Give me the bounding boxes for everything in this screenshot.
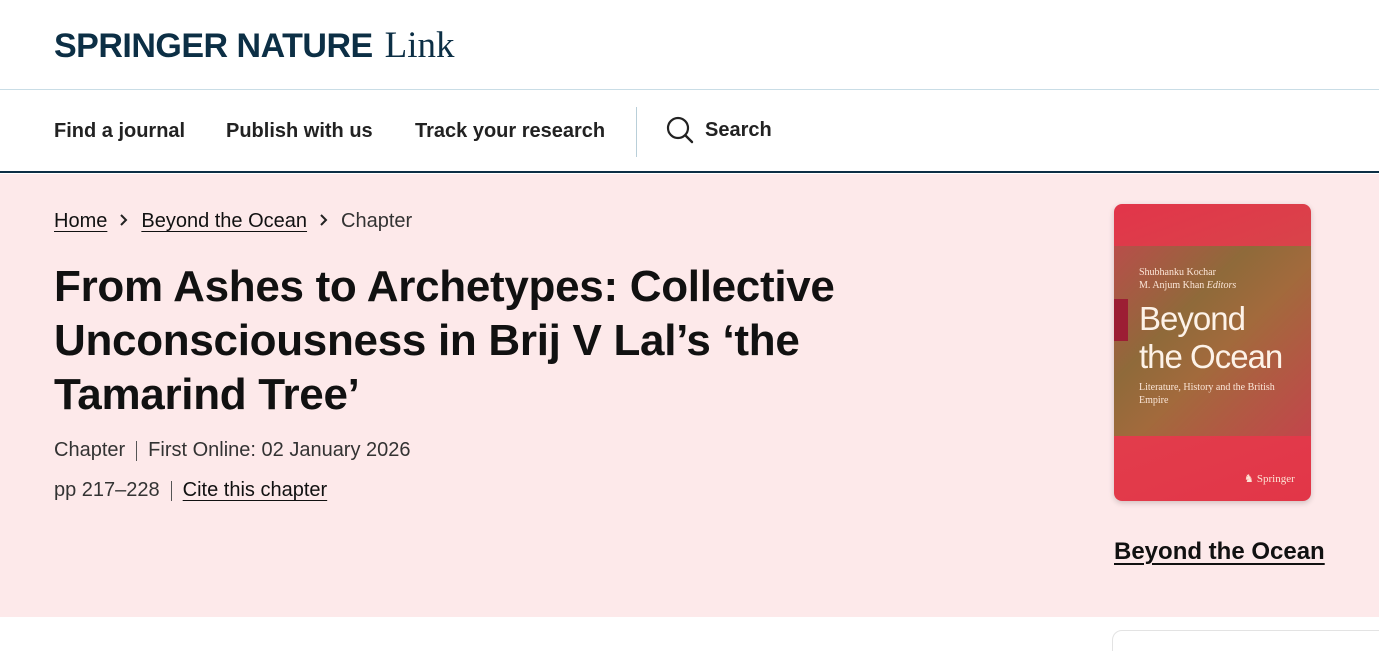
- first-online-date: First Online: 02 January 2026: [148, 439, 411, 461]
- nav-track-your-research[interactable]: Track your research: [415, 120, 605, 143]
- breadcrumb: Home Beyond the Ocean Chapter: [54, 210, 412, 233]
- chapter-hero: Home Beyond the Ocean Chapter From Ashes…: [0, 174, 1379, 617]
- page-range: pp 217–228: [54, 479, 160, 501]
- cover-editors: Shubhanku Kochar M. Anjum Khan Editors: [1139, 266, 1236, 292]
- cover-editor-2: M. Anjum Khan: [1139, 280, 1205, 291]
- cover-title-line-2: the Ocean: [1139, 338, 1283, 375]
- cite-this-chapter-link[interactable]: Cite this chapter: [183, 479, 328, 502]
- book-title-link[interactable]: Beyond the Ocean: [1114, 538, 1325, 566]
- cover-editor-1: Shubhanku Kochar: [1139, 267, 1216, 278]
- breadcrumb-home[interactable]: Home: [54, 210, 107, 233]
- site-header: SPRINGER NATURE Link: [0, 0, 1379, 90]
- nav-publish-with-us[interactable]: Publish with us: [226, 120, 373, 143]
- sidebar-card: [1112, 630, 1379, 651]
- search-button[interactable]: Search: [666, 116, 772, 144]
- content-type: Chapter: [54, 439, 126, 461]
- chevron-right-icon: [119, 211, 129, 232]
- cover-publisher-name: Springer: [1256, 472, 1295, 485]
- chapter-pages-meta: pp 217–228 Cite this chapter: [54, 479, 327, 502]
- chevron-right-icon: [319, 211, 329, 232]
- brand-name: SPRINGER NATURE: [54, 27, 373, 65]
- chapter-title: From Ashes to Archetypes: Collective Unc…: [54, 262, 835, 419]
- chapter-meta: Chapter First Online: 02 January 2026: [54, 439, 411, 462]
- search-icon: [666, 116, 694, 144]
- brand-product: Link: [384, 25, 455, 66]
- cover-title-line-1: Beyond: [1139, 300, 1246, 337]
- breadcrumb-book[interactable]: Beyond the Ocean: [141, 210, 307, 233]
- meta-divider: [136, 440, 138, 461]
- breadcrumb-current: Chapter: [341, 210, 413, 232]
- main-nav: Find a journal Publish with us Track you…: [0, 91, 1379, 173]
- cover-publisher: ♞ Springer: [1244, 472, 1295, 486]
- cover-editors-label: Editors: [1206, 280, 1237, 291]
- cover-accent-strip: [1114, 299, 1128, 341]
- meta-divider: [170, 480, 172, 501]
- nav-divider: [636, 107, 637, 157]
- nav-find-a-journal[interactable]: Find a journal: [54, 120, 185, 143]
- cover-title: Beyond the Ocean: [1139, 300, 1309, 376]
- springer-horse-icon: ♞: [1244, 473, 1254, 485]
- springer-nature-link-logo[interactable]: SPRINGER NATURE Link: [54, 24, 455, 67]
- book-cover[interactable]: Shubhanku Kochar M. Anjum Khan Editors B…: [1114, 204, 1311, 501]
- search-label: Search: [705, 118, 772, 141]
- cover-subtitle: Literature, History and the British Empi…: [1139, 382, 1275, 406]
